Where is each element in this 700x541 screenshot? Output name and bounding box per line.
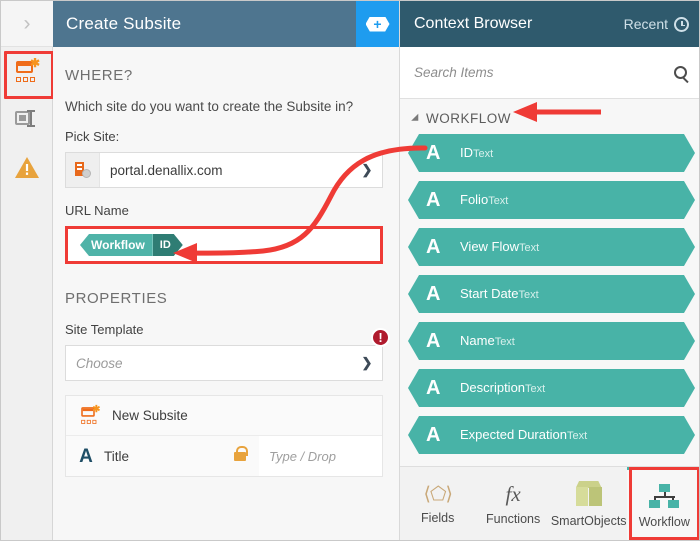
rail-collapse-button[interactable]: › (1, 1, 53, 47)
site-template-label: Site Template (65, 322, 144, 337)
new-subsite-icon: ✱ (80, 404, 100, 424)
page-title: Create Subsite (66, 14, 182, 33)
title-drop-input[interactable]: Type / Drop (259, 436, 382, 476)
letter-a-icon: A (79, 445, 93, 467)
context-item[interactable]: A NameText (408, 322, 695, 360)
text-field-icon (15, 110, 39, 127)
context-item-type: Text (473, 148, 494, 160)
rail-item-text-field[interactable] (1, 95, 53, 143)
rail-item-warning[interactable] (1, 143, 53, 191)
context-item-name: Description (460, 380, 526, 395)
clock-icon (674, 16, 689, 32)
site-template-control-wrap: Choose ❯ ! (53, 328, 399, 381)
warning-triangle-icon (15, 156, 39, 178)
tab-label: Workflow (638, 514, 690, 529)
create-subsite-form: WHERE? Which site do you want to create … (53, 47, 399, 540)
tab-label: Functions (486, 511, 541, 526)
tab-fields[interactable]: ⟨⬠⟩ Fields (400, 467, 475, 540)
tab-label: Fields (421, 510, 455, 525)
create-subsite-window: › ✱ Create Subsite + WHERE? Which site d… (0, 0, 700, 541)
tab-label: SmartObjects (550, 514, 627, 528)
letter-a-icon: A (426, 283, 441, 305)
workflow-icon (649, 483, 680, 508)
context-browser-title: Context Browser (414, 15, 533, 32)
context-item[interactable]: A View FlowText (408, 228, 695, 266)
pick-site-label: Pick Site: (65, 129, 120, 144)
url-name-field[interactable]: Workflow ID (65, 226, 383, 264)
context-item[interactable]: A Expected DurationText (408, 416, 695, 454)
where-question: Which site do you want to create the Sub… (65, 99, 354, 114)
magnifier-icon[interactable] (674, 66, 687, 79)
drop-placeholder: Type / Drop (269, 448, 336, 464)
pick-site-dropdown[interactable]: portal.denallix.com ❯ (65, 152, 383, 188)
letter-a-icon: A (426, 236, 441, 258)
chevron-down-icon[interactable]: ❯ (352, 162, 382, 178)
field-name: Title (104, 448, 130, 464)
context-item-list: A IDText A FolioText A View FlowText A Start Da… (400, 134, 700, 454)
pick-site-value: portal.denallix.com (110, 162, 223, 178)
letter-a-icon: A (426, 424, 441, 446)
context-item-type: Text (519, 242, 540, 254)
tab-workflow[interactable]: Workflow (626, 467, 699, 540)
letter-a-icon: A (426, 189, 441, 211)
context-item-type: Text (518, 289, 539, 301)
rail-item-new-subsite[interactable]: ✱ (1, 47, 54, 99)
search-input[interactable]: Search Items (414, 65, 674, 80)
left-rail: › ✱ (1, 1, 54, 540)
fx-icon: fx (505, 481, 521, 506)
properties-card: ✱ New Subsite A Title Type / Drop (65, 395, 383, 477)
context-item-type: Text (525, 383, 546, 395)
site-template-placeholder: Choose (76, 355, 123, 371)
chevron-right-icon: › (23, 12, 31, 35)
group-label: WORKFLOW (426, 111, 511, 126)
where-heading: WHERE? (65, 67, 133, 84)
chevron-down-icon[interactable]: ❯ (352, 355, 382, 371)
lock-open-icon[interactable] (234, 445, 248, 461)
card-row-title-field[interactable]: A Title Type / Drop (66, 436, 382, 476)
tab-functions[interactable]: fx Functions (475, 467, 550, 540)
token-prefix: Workflow (80, 234, 153, 256)
validation-error-badge: ! (371, 328, 390, 347)
window-header: Create Subsite (53, 1, 356, 47)
context-item[interactable]: A FolioText (408, 181, 695, 219)
card-title: New Subsite (112, 408, 188, 423)
context-item-name: View Flow (460, 239, 520, 254)
properties-heading: PROPERTIES (65, 290, 168, 307)
card-row-new-subsite: ✱ New Subsite (66, 396, 382, 436)
workflow-group-header[interactable]: WORKFLOW (400, 99, 699, 134)
recent-button[interactable]: Recent (624, 16, 689, 32)
site-template-dropdown[interactable]: Choose ❯ (65, 345, 383, 381)
context-item[interactable]: A IDText (408, 134, 695, 172)
context-item[interactable]: A DescriptionText (408, 369, 695, 407)
context-item-name: Name (460, 333, 495, 348)
context-item-name: Expected Duration (460, 427, 567, 442)
cube-icon (575, 481, 602, 507)
context-item[interactable]: A Start DateText (408, 275, 695, 313)
pick-site-control-wrap: portal.denallix.com ❯ (53, 144, 399, 188)
context-browser-panel: Context Browser Recent Search Items WORK… (399, 1, 700, 540)
url-name-label: URL Name (65, 203, 129, 218)
fields-icon: ⟨⬠⟩ (423, 483, 453, 505)
letter-a-icon: A (426, 377, 441, 399)
context-item-name: Folio (460, 192, 489, 207)
context-item-type: Text (488, 195, 509, 207)
new-subsite-icon: ✱ (15, 57, 40, 82)
recent-label: Recent (623, 16, 668, 32)
sharepoint-site-icon (66, 153, 100, 187)
context-item-type: Text (494, 336, 515, 348)
context-item-name: ID (460, 145, 473, 160)
token-suffix: ID (153, 234, 183, 256)
triangle-down-icon[interactable] (411, 113, 422, 124)
context-item-name: Start Date (460, 286, 519, 301)
workflow-id-token[interactable]: Workflow ID (80, 234, 183, 256)
letter-a-icon: A (426, 330, 441, 352)
context-item-type: Text (566, 430, 588, 442)
add-button[interactable]: + (356, 1, 399, 47)
context-browser-header: Context Browser Recent (400, 1, 699, 47)
hex-plus-icon: + (365, 16, 390, 32)
search-bar[interactable]: Search Items (400, 47, 699, 99)
context-browser-tabs: ⟨⬠⟩ Fields fx Functions SmartObjects Workflow (400, 466, 699, 540)
tab-smartobjects[interactable]: SmartObjects (550, 467, 627, 540)
letter-a-icon: A (426, 142, 441, 164)
